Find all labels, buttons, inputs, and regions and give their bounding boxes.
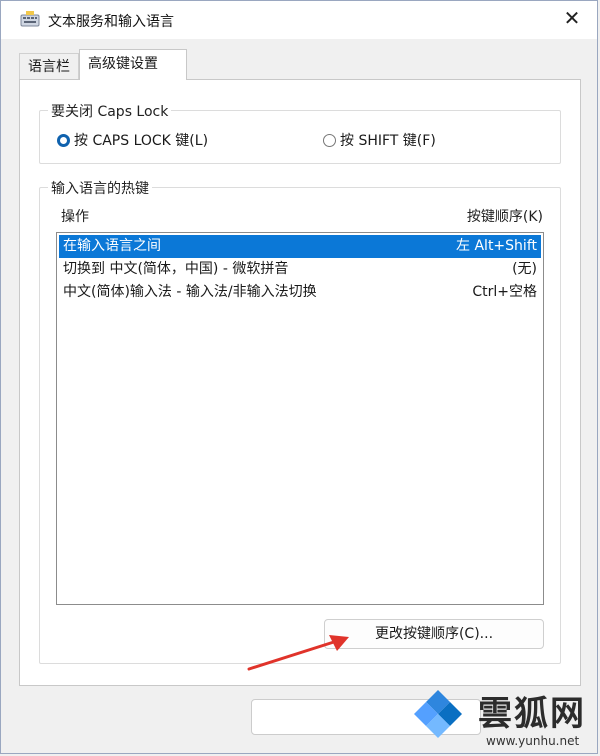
red-pointer-arrow-icon <box>247 635 349 671</box>
list-item-action: 在输入语言之间 <box>63 238 161 254</box>
change-key-sequence-button[interactable]: 更改按键顺序(C)... <box>324 619 544 649</box>
radio-caps-lock-label: 按 CAPS LOCK 键(L) <box>74 133 209 149</box>
radio-unselected-icon[interactable] <box>323 133 336 147</box>
list-item[interactable]: 在输入语言之间 左 Alt+Shift <box>59 235 541 258</box>
dialog-window: 文本服务和输入语言 ✕ 语言栏 高级键设置 要关闭 Caps Lock 按 CA… <box>0 0 598 754</box>
watermark: 雲狐网 www.yunhu.net <box>406 684 600 756</box>
watermark-url: www.yunhu.net <box>486 734 580 748</box>
radio-shift-label: 按 SHIFT 键(F) <box>340 133 436 149</box>
list-item-action: 中文(简体)输入法 - 输入法/非输入法切换 <box>63 284 317 300</box>
list-item[interactable]: 切换到 中文(简体，中国) - 微软拼音 (无) <box>59 258 541 281</box>
list-item-keys: Ctrl+空格 <box>472 284 537 300</box>
hotkeys-group: 输入语言的热键 操作 按键顺序(K) 在输入语言之间 左 Alt+Shift 切… <box>39 178 561 664</box>
close-icon[interactable]: ✕ <box>561 7 583 29</box>
radio-caps-lock-key[interactable]: 按 CAPS LOCK 键(L) <box>57 130 208 150</box>
list-item-keys: 左 Alt+Shift <box>456 238 537 254</box>
watermark-logo-icon <box>414 690 462 738</box>
radio-selected-icon[interactable] <box>57 133 70 147</box>
list-item[interactable]: 中文(简体)输入法 - 输入法/非输入法切换 Ctrl+空格 <box>59 281 541 304</box>
window-title: 文本服务和输入语言 <box>48 14 174 30</box>
list-item-action: 切换到 中文(简体，中国) - 微软拼音 <box>63 261 289 277</box>
tab-language-bar[interactable]: 语言栏 <box>19 53 79 79</box>
watermark-name: 雲狐网 <box>478 694 586 734</box>
tab-panel: 要关闭 Caps Lock 按 CAPS LOCK 键(L) 按 SHIFT 键… <box>19 79 581 686</box>
title-bar: 文本服务和输入语言 ✕ <box>1 1 597 39</box>
tab-advanced-key-settings[interactable]: 高级键设置 <box>79 49 187 80</box>
hotkeys-group-legend: 输入语言的热键 <box>48 178 152 198</box>
caps-lock-group: 要关闭 Caps Lock 按 CAPS LOCK 键(L) 按 SHIFT 键… <box>39 101 561 164</box>
radio-shift-key[interactable]: 按 SHIFT 键(F) <box>323 130 436 150</box>
list-item-keys: (无) <box>512 261 537 277</box>
keyboard-app-icon <box>20 11 40 27</box>
column-header-key-sequence: 按键顺序(K) <box>466 209 543 225</box>
hotkey-list[interactable]: 在输入语言之间 左 Alt+Shift 切换到 中文(简体，中国) - 微软拼音… <box>56 232 544 605</box>
caps-lock-group-legend: 要关闭 Caps Lock <box>48 101 172 121</box>
column-header-action: 操作 <box>61 209 89 225</box>
